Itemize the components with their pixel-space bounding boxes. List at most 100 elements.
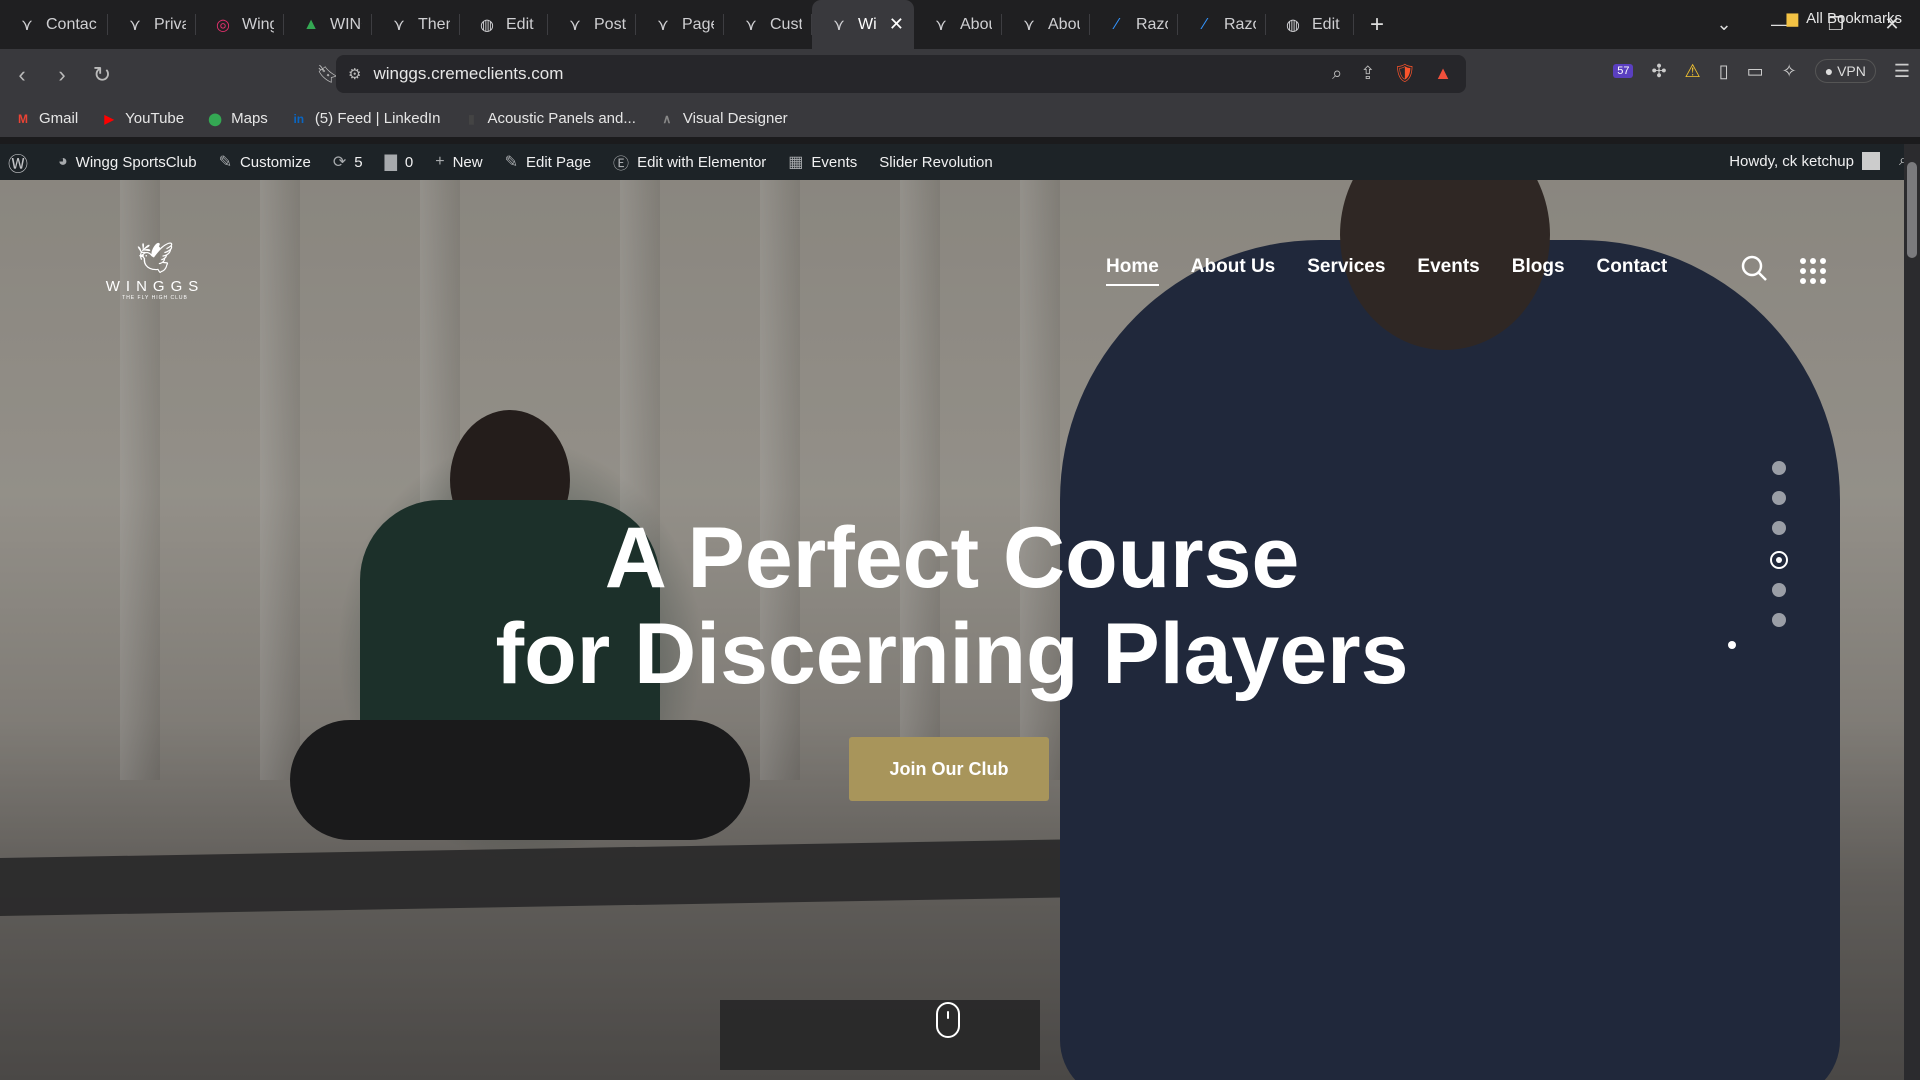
wingg-favicon-icon: ⋎ [833, 16, 845, 34]
folder-icon: ▆ [1786, 10, 1799, 27]
nav-about-us[interactable]: About Us [1191, 256, 1275, 286]
wp-events[interactable]: ▦ Events [788, 152, 857, 172]
tab-title: Privacy [154, 15, 186, 33]
brush-icon: ✎ [218, 154, 232, 171]
tab-title: Wingg [242, 15, 274, 33]
site-logo[interactable]: 🕊︎ WINGGS THE FLY HIGH CLUB [100, 242, 210, 301]
bookmark-3[interactable]: in (5) Feed | LinkedIn [290, 110, 440, 128]
bookmark-label: Visual Designer [682, 110, 788, 127]
warning-icon[interactable]: ⚠ [1685, 61, 1701, 82]
extensions-puzzle-icon[interactable]: ✣ [1651, 61, 1666, 82]
tab-title: Theme [418, 15, 450, 33]
page-scrollbar[interactable] [1904, 144, 1920, 1080]
browser-tab-7[interactable]: ⋎ Pages [636, 0, 724, 49]
leo-ai-icon[interactable]: ✧ [1782, 61, 1797, 82]
extension-badge[interactable]: 57 [1613, 64, 1634, 78]
slider-indicator-dot [1728, 641, 1736, 649]
grid-menu-icon[interactable] [1800, 258, 1826, 284]
headline-line-1: A Perfect Course [604, 510, 1300, 606]
tab-title: Contac [46, 15, 97, 33]
main-nav: Home About Us Services Events Blogs Contact [1106, 256, 1667, 286]
address-bar[interactable]: ⚙ winggs.cremeclients.com ⌕ ⇪ 🛡 ▲ [336, 55, 1466, 93]
site-info-icon[interactable]: ⚙ [348, 65, 361, 83]
wp-customize[interactable]: ✎ Customize [219, 152, 311, 172]
wp-updates[interactable]: ⟳ 5 [333, 152, 363, 172]
bookmark-1[interactable]: ▶ YouTube [100, 110, 185, 128]
nav-home[interactable]: Home [1106, 256, 1159, 286]
tab-title: WINGG [330, 15, 362, 33]
wp-comments[interactable]: ▇ 0 [385, 152, 414, 172]
slider-dot-2[interactable] [1772, 491, 1786, 505]
brave-rewards-icon[interactable]: ▲ [1434, 63, 1452, 84]
nav-services[interactable]: Services [1307, 256, 1385, 286]
tab-list-chevron-icon[interactable]: ⌄ [1696, 14, 1752, 35]
browser-tab-10[interactable]: ⋎ About [914, 0, 1002, 49]
browser-tab-3[interactable]: ▲ WINGG [284, 0, 372, 49]
browser-tab-2[interactable]: ◎ Wingg [196, 0, 284, 49]
wp-slider-revolution[interactable]: Slider Revolution [879, 154, 992, 171]
close-tab-icon[interactable]: ✕ [877, 14, 904, 35]
wallet-icon[interactable]: ▭ [1747, 61, 1764, 82]
slider-dot-4[interactable] [1770, 551, 1788, 569]
wp-edit-page[interactable]: ✎ Edit Page [505, 152, 591, 172]
wp-site-name[interactable]: ◕ Wingg SportsClub [58, 153, 197, 171]
back-icon[interactable]: ‹ [4, 62, 40, 88]
share-icon[interactable]: ⇪ [1360, 63, 1375, 84]
wingg-favicon-icon: ⋎ [745, 16, 757, 34]
browser-tab-12[interactable]: ⁄ Razorp [1090, 0, 1178, 49]
razorpay-favicon-icon: ⁄ [1203, 15, 1207, 33]
browser-tab-1[interactable]: ⋎ Privacy [108, 0, 196, 49]
tab-title: Wi [858, 15, 877, 33]
menu-icon[interactable]: ☰ [1894, 61, 1910, 82]
bookmark-5[interactable]: ∧ Visual Designer [658, 110, 788, 128]
browser-tab-6[interactable]: ⋎ Posts [548, 0, 636, 49]
browser-tab-8[interactable]: ⋎ Custon [724, 0, 812, 49]
scroll-down-mouse-icon[interactable] [936, 1002, 960, 1038]
instagram-favicon-icon: ◎ [216, 16, 230, 34]
pencil-icon: ✎ [504, 154, 518, 171]
vpn-button[interactable]: ● VPN [1814, 59, 1876, 83]
sidebar-toggle-icon[interactable]: ▯ [1719, 61, 1729, 82]
dashboard-icon: ◕ [58, 153, 68, 170]
bookmark-2[interactable]: ⬤ Maps [206, 110, 267, 128]
slider-dot-6[interactable] [1772, 613, 1786, 627]
wordpress-logo-icon[interactable]: Ⓦ [8, 148, 36, 177]
browser-tab-4[interactable]: ⋎ Theme [372, 0, 460, 49]
bookmark-4[interactable]: ▮ Acoustic Panels and... [462, 110, 636, 128]
wingg-favicon-icon: ⋎ [129, 16, 141, 34]
browser-tab-9[interactable]: ⋎ Wi ✕ [812, 0, 914, 49]
tab-title: Edit pr [1312, 15, 1344, 33]
updates-icon: ⟳ [332, 154, 347, 171]
brave-shield-icon[interactable]: 🛡 [1393, 63, 1416, 84]
zoom-icon[interactable]: ⌕ [1332, 63, 1342, 84]
slider-dot-3[interactable] [1772, 521, 1786, 535]
globe-favicon-icon: ◍ [1286, 16, 1300, 34]
browser-tab-14[interactable]: ◍ Edit pr [1266, 0, 1354, 49]
wp-new[interactable]: + New [435, 153, 482, 171]
forward-icon[interactable]: › [44, 62, 80, 88]
browser-tab-0[interactable]: ⋎ Contac [0, 0, 108, 49]
tab-title: About [1048, 15, 1080, 33]
wp-account[interactable]: Howdy, ck ketchup [1729, 152, 1880, 170]
globe-favicon-icon: ◍ [480, 16, 494, 34]
slider-dot-5[interactable] [1772, 583, 1786, 597]
browser-tab-13[interactable]: ⁄ Razorp [1178, 0, 1266, 49]
url-text[interactable]: winggs.cremeclients.com [373, 64, 563, 84]
hero-headline: A Perfect Course for Discerning Players [0, 510, 1904, 702]
join-club-button[interactable]: Join Our Club [849, 737, 1049, 801]
reload-icon[interactable]: ↻ [84, 62, 120, 88]
nav-events[interactable]: Events [1417, 256, 1479, 286]
browser-tab-5[interactable]: ◍ Edit "H [460, 0, 548, 49]
search-icon[interactable] [1740, 254, 1768, 282]
new-tab-icon[interactable]: + [1354, 11, 1400, 39]
bookmark-0[interactable]: M Gmail [14, 110, 78, 128]
nav-blogs[interactable]: Blogs [1512, 256, 1565, 286]
youtube-icon: ▶ [104, 111, 114, 126]
wp-edit-elementor[interactable]: Ⓔ Edit with Elementor [613, 150, 766, 174]
tab-title: About [960, 15, 992, 33]
browser-tab-11[interactable]: ⋎ About [1002, 0, 1090, 49]
all-bookmarks-button[interactable]: ▆ All Bookmarks [1786, 9, 1902, 28]
slider-dot-1[interactable] [1772, 461, 1786, 475]
nav-contact[interactable]: Contact [1597, 256, 1668, 286]
razorpay-favicon-icon: ⁄ [1115, 15, 1119, 33]
